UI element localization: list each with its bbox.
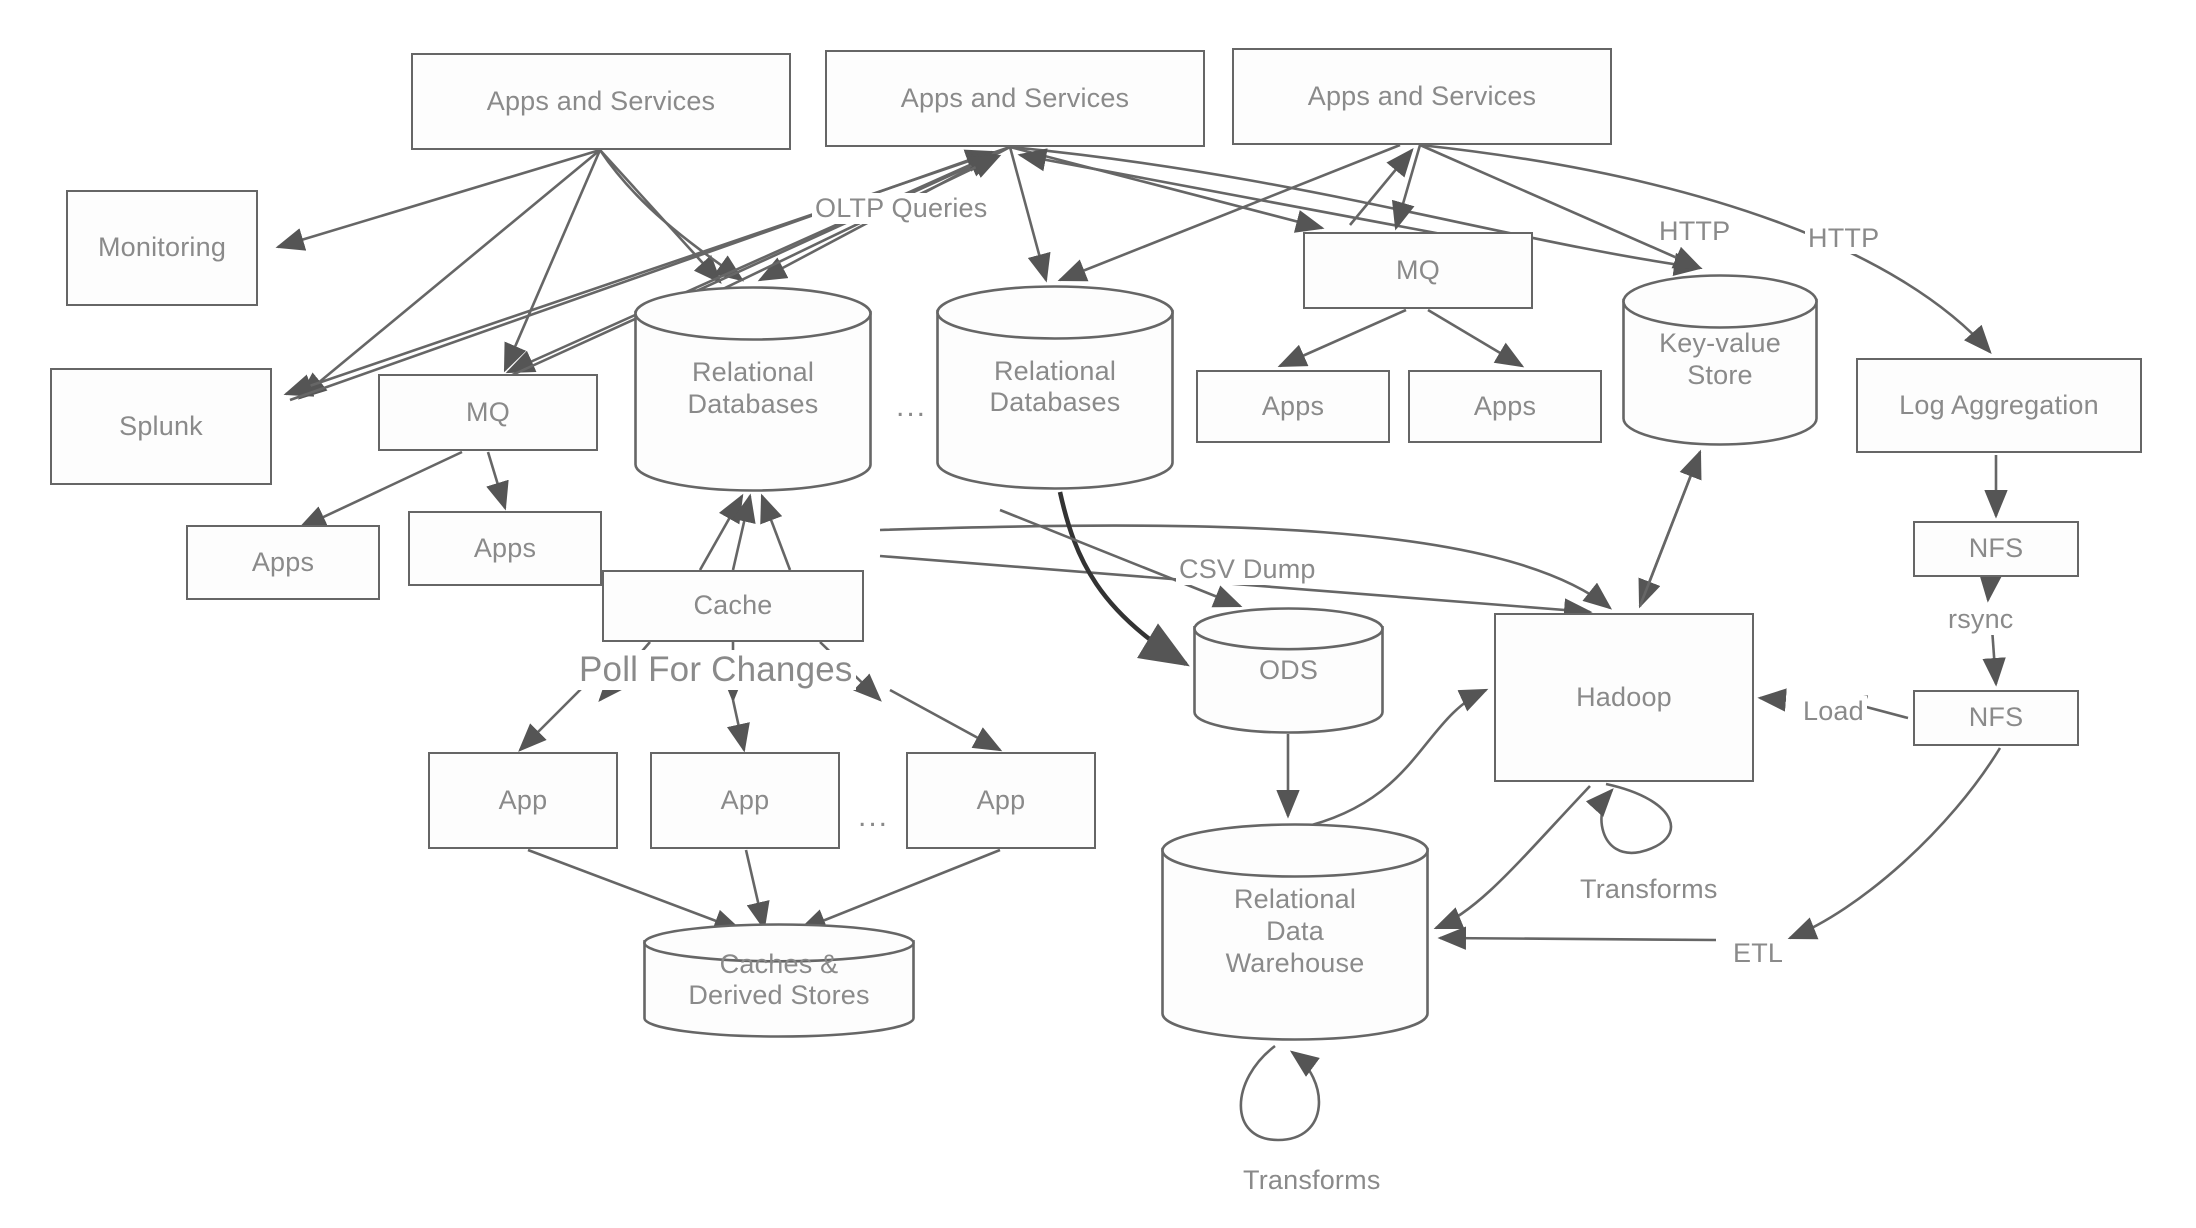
cylinder-shape (1193, 607, 1384, 734)
node-label: Apps and Services (1307, 80, 1537, 111)
edge-label-load: Load (1800, 696, 1867, 727)
edge-label-csv-dump: CSV Dump (1176, 554, 1319, 585)
node-splunk[interactable]: Splunk (50, 368, 272, 485)
cylinder-shape (936, 285, 1174, 490)
node-nfs-bottom[interactable]: NFS (1913, 690, 2079, 746)
ellipsis-apps: ... (858, 800, 890, 833)
node-apps-right-2[interactable]: Apps (1408, 370, 1602, 443)
node-label: Apps (1261, 390, 1325, 421)
node-app-3[interactable]: App (906, 752, 1096, 849)
node-apps-services-3[interactable]: Apps and Services (1232, 48, 1612, 145)
edge-label-http-1: HTTP (1656, 216, 1734, 247)
node-apps-right-1[interactable]: Apps (1196, 370, 1390, 443)
node-key-value-store[interactable]: Key-value Store (1622, 274, 1818, 446)
node-relational-db-1[interactable]: Relational Databases (634, 286, 872, 492)
node-label: Log Aggregation (1899, 389, 2099, 420)
node-relational-data-warehouse[interactable]: Relational Data Warehouse (1161, 823, 1429, 1041)
node-apps-left-1[interactable]: Apps (186, 525, 380, 600)
node-label: App (498, 784, 548, 815)
node-label: App (976, 784, 1026, 815)
edge-label-rsync: rsync (1945, 604, 2017, 635)
node-label: Hadoop (1576, 681, 1672, 712)
node-ods[interactable]: ODS (1193, 607, 1384, 734)
node-label: NFS (1968, 702, 2024, 733)
node-apps-services-2[interactable]: Apps and Services (825, 50, 1205, 147)
edge-label-transforms-hadoop: Transforms (1577, 874, 1721, 905)
node-label: Apps (1473, 390, 1537, 421)
cylinder-shape (1161, 823, 1429, 1041)
node-cache[interactable]: Cache (602, 570, 864, 642)
node-log-aggregation[interactable]: Log Aggregation (1856, 358, 2142, 453)
node-nfs-top[interactable]: NFS (1913, 521, 2079, 577)
cylinder-shape (1622, 274, 1818, 446)
node-apps-services-1[interactable]: Apps and Services (411, 53, 791, 150)
node-caches-derived-stores[interactable]: Caches & Derived Stores (643, 923, 915, 1038)
node-label: Cache (693, 590, 773, 621)
edge-label-transforms-warehouse: Transforms (1240, 1165, 1384, 1196)
node-label: Apps and Services (900, 82, 1130, 113)
edge-label-oltp-queries: OLTP Queries (812, 193, 991, 224)
node-app-1[interactable]: App (428, 752, 618, 849)
node-label: MQ (466, 396, 510, 427)
diagram-canvas: Apps and Services Apps and Services Apps a… (0, 0, 2196, 1228)
edge-label-http-2: HTTP (1805, 223, 1883, 254)
node-hadoop[interactable]: Hadoop (1494, 613, 1754, 782)
node-label: Apps and Services (486, 85, 716, 116)
node-relational-db-2[interactable]: Relational Databases (936, 285, 1174, 490)
node-label: Apps (251, 546, 315, 577)
node-label: Apps (473, 532, 537, 563)
cylinder-shape (634, 286, 872, 492)
edge-label-etl: ETL (1730, 938, 1787, 969)
node-mq-right[interactable]: MQ (1303, 232, 1533, 309)
node-app-2[interactable]: App (650, 752, 840, 849)
cylinder-shape (643, 923, 915, 1038)
edge-layer (275, 143, 2008, 1142)
node-monitoring[interactable]: Monitoring (66, 190, 258, 306)
node-label: Splunk (119, 410, 203, 441)
node-mq-left[interactable]: MQ (378, 374, 598, 451)
edge-label-poll-for-changes: Poll For Changes (576, 650, 856, 690)
ellipsis-databases: ... (896, 390, 928, 423)
node-label: Monitoring (97, 232, 227, 263)
node-label: NFS (1968, 533, 2024, 564)
node-apps-left-2[interactable]: Apps (408, 511, 602, 586)
node-label: MQ (1396, 254, 1440, 285)
node-label: App (720, 784, 770, 815)
